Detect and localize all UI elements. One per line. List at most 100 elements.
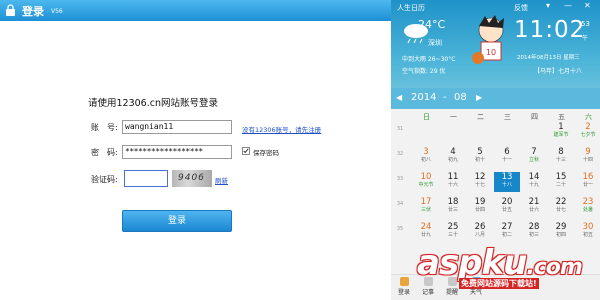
month-label[interactable]: 08: [454, 92, 467, 103]
day-number: 21: [528, 197, 540, 207]
lunar-day: 十七: [474, 182, 485, 188]
toolbar-reminder[interactable]: 提醒: [446, 287, 458, 296]
temperature: 24°C: [418, 18, 446, 31]
day-number: 5: [477, 147, 483, 157]
lunar-day: 三十: [447, 232, 458, 238]
account-input[interactable]: wangnian11: [122, 120, 232, 134]
day-number: 30: [582, 222, 594, 232]
lunar-day: 初五: [582, 232, 593, 238]
watermark-brand: aspku: [417, 243, 527, 283]
empty-day-cell: [440, 122, 466, 142]
close-icon[interactable]: ✕: [584, 1, 591, 10]
empty-day-cell: [413, 122, 439, 142]
lunar-day: 建军节: [553, 132, 569, 138]
day-cell[interactable]: 5 初十: [467, 147, 493, 167]
day-cell[interactable]: 9 十四: [575, 147, 600, 167]
lunar-day: 廿五: [501, 207, 512, 213]
toolbar-login[interactable]: 登录: [398, 287, 410, 296]
captcha-image[interactable]: 9406: [172, 170, 212, 187]
lunar-day: 中元节: [418, 182, 434, 188]
week-number: 33: [396, 176, 404, 182]
day-cell[interactable]: 17 三伏: [413, 197, 439, 217]
day-cell[interactable]: 30 初五: [575, 222, 600, 242]
day-cell[interactable]: 21 廿六: [521, 197, 547, 217]
day-cell[interactable]: 18 廿三: [440, 197, 466, 217]
day-cell[interactable]: 24 廿九: [413, 222, 439, 242]
lunar-day: 立秋: [528, 157, 539, 163]
refresh-captcha-link[interactable]: 刷新: [215, 175, 228, 185]
next-month-icon[interactable]: ▶: [476, 93, 482, 102]
day-cell[interactable]: 23 处暑: [575, 197, 600, 217]
day-cell[interactable]: 2 七夕节: [575, 122, 600, 142]
lunar-day: 廿三: [447, 207, 458, 213]
city-name[interactable]: 深圳: [428, 38, 442, 48]
login-button[interactable]: 登录: [122, 210, 232, 232]
lunar-day: 十六: [447, 182, 458, 188]
day-number: 14: [528, 172, 540, 182]
day-cell[interactable]: 15 二十: [548, 172, 574, 192]
day-number: 23: [582, 197, 594, 207]
day-cell[interactable]: 16 廿一: [575, 172, 600, 192]
day-cell[interactable]: 26 八月: [467, 222, 493, 242]
prev-month-icon[interactable]: ◀: [396, 93, 402, 102]
day-cell[interactable]: 4 初九: [440, 147, 466, 167]
lunar-day: 廿九: [420, 232, 431, 238]
settings-icon[interactable]: ▾: [546, 1, 550, 10]
week-number: 31: [396, 126, 404, 132]
clock-seconds: 53: [581, 20, 590, 28]
calendar-header: 人生日历 反馈 ▾ — ✕ 24°C 深圳 中到大雨 26~30°C 空气指数:…: [391, 0, 600, 88]
password-label: 密 码:: [91, 148, 118, 157]
lunar-day: 十一: [501, 157, 512, 163]
air-quality: 空气指数: 29 优: [402, 68, 446, 75]
lunar-day: 廿一: [582, 182, 593, 188]
month-navigation: ◀ 2014 - 08 ▶: [391, 88, 600, 109]
day-number: 27: [501, 222, 513, 232]
year-label[interactable]: 2014: [411, 92, 436, 103]
register-link[interactable]: 没有12306账号，请先注册: [242, 124, 321, 134]
lunar-day: 初九: [447, 157, 458, 163]
day-cell[interactable]: 12 十七: [467, 172, 493, 192]
captcha-input[interactable]: [124, 170, 168, 187]
day-cell[interactable]: 14 十九: [521, 172, 547, 192]
day-number: 15: [555, 172, 567, 182]
empty-day-cell: [494, 122, 520, 142]
watermark-tagline: 免费网站源码下载站!: [459, 278, 539, 289]
day-cell[interactable]: 7 立秋: [521, 147, 547, 167]
day-cell[interactable]: 6 十一: [494, 147, 520, 167]
clock-time: 11:02: [514, 17, 586, 43]
clock-ampm: 午: [582, 35, 589, 42]
password-input[interactable]: ******************: [122, 145, 232, 159]
lunar-day: 十三: [555, 157, 566, 163]
day-cell[interactable]: 27 初二: [494, 222, 520, 242]
day-number: 10: [420, 172, 432, 182]
day-cell[interactable]: 13 十八: [494, 172, 520, 192]
save-password-checkbox[interactable]: [242, 147, 250, 155]
day-cell[interactable]: 20 廿五: [494, 197, 520, 217]
day-cell[interactable]: 19 廿四: [467, 197, 493, 217]
lunar-day: 十九: [528, 182, 539, 188]
login-titlebar: 登录 V56: [0, 0, 391, 21]
lunar-day: 初十: [474, 157, 485, 163]
day-number: 9: [585, 147, 591, 157]
day-cell[interactable]: 3 初八: [413, 147, 439, 167]
day-number: 4: [450, 147, 456, 157]
day-number: 24: [420, 222, 432, 232]
feedback-link[interactable]: 反馈: [514, 3, 528, 13]
lunar-day: 初八: [420, 157, 431, 163]
day-cell[interactable]: 29 初四: [548, 222, 574, 242]
day-number: 25: [447, 222, 459, 232]
day-cell[interactable]: 10 中元节: [413, 172, 439, 192]
day-cell[interactable]: 11 十六: [440, 172, 466, 192]
day-number: 18: [447, 197, 459, 207]
week-number: 32: [396, 151, 404, 157]
weekday-0: 日: [423, 113, 430, 121]
day-cell[interactable]: 25 三十: [440, 222, 466, 242]
account-label: 账 号:: [91, 123, 118, 132]
day-cell[interactable]: 1 建军节: [548, 122, 574, 142]
day-number: 19: [474, 197, 486, 207]
day-cell[interactable]: 8 十三: [548, 147, 574, 167]
day-cell[interactable]: 28 初三: [521, 222, 547, 242]
toolbar-notes[interactable]: 记事: [422, 287, 434, 296]
day-cell[interactable]: 22 廿七: [548, 197, 574, 217]
minimize-icon[interactable]: —: [564, 1, 572, 10]
